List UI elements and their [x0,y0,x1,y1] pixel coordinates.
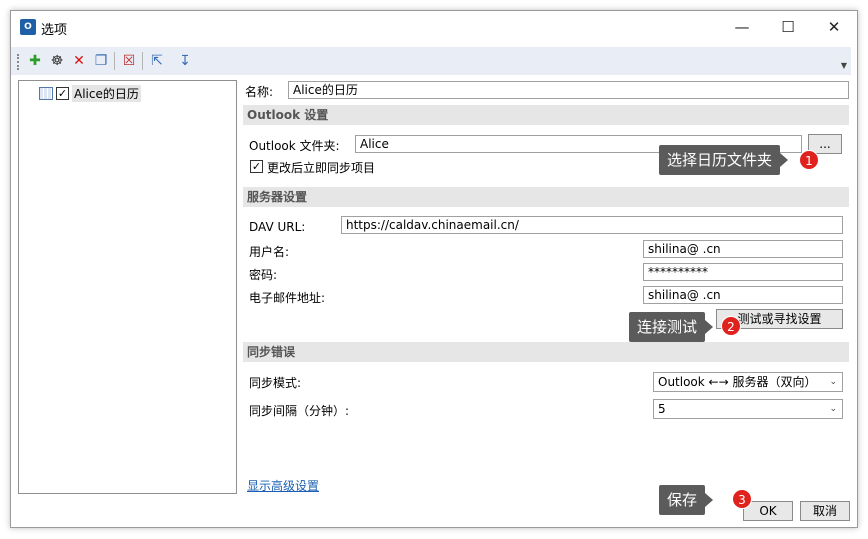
profile-tree: ✓ Alice的日历 [18,80,237,494]
step-badge-2: 2 [721,316,741,336]
tree-item-profile[interactable]: ✓ Alice的日历 [39,84,141,102]
dav-url-input[interactable]: https://caldav.chinaemail.cn/ [341,216,843,234]
email-label: 电子邮件地址: [249,291,326,305]
toolbar-separator [114,52,115,70]
delete-icon[interactable]: ✕ [69,51,89,71]
cancel-button[interactable]: 取消 [800,501,850,521]
callout-connection-test: 连接测试 [629,312,714,342]
callout-pointer [705,493,714,507]
options-dialog: O 选项 — ☐ ✕ ✚ ☸ ✕ ❐ ☒ ⇱ ↧ ▼ ✓ Alice的日历 名称… [10,10,858,528]
tree-item-label: Alice的日历 [72,84,141,102]
outlook-icon: O [20,19,36,35]
step-badge-3: 3 [732,489,752,509]
callout-pointer [780,153,789,167]
toolbar-overflow-icon[interactable]: ▼ [841,61,847,70]
profile-checkbox[interactable]: ✓ [56,86,69,100]
title-bar: O 选项 — ☐ ✕ [11,11,857,43]
sync-mode-select[interactable]: Outlook ←→ 服务器（双向） ⌄ [653,372,843,392]
sync-mode-label: 同步模式: [249,376,302,390]
show-advanced-settings-link[interactable]: 显示高级设置 [247,477,319,494]
minimize-button[interactable]: — [719,11,765,43]
toolbar-separator [142,52,143,70]
name-label: 名称: [245,85,274,99]
sync-immediately-label: 更改后立即同步项目 [267,161,376,175]
export-icon[interactable]: ⇱ [147,51,167,71]
sync-immediately-checkbox[interactable]: ✓ [250,160,263,173]
callout-text: 选择日历文件夹 [667,151,773,169]
server-settings-header: 服务器设置 [243,187,849,207]
step-badge-1: 1 [799,150,819,170]
password-input[interactable]: ********** [643,263,843,281]
sync-interval-value: 5 [658,402,666,416]
window-title: 选项 [41,23,68,38]
sync-interval-select[interactable]: 5 ⌄ [653,399,843,419]
outlook-settings-header: Outlook 设置 [243,105,849,125]
sync-interval-label: 同步间隔（分钟）: [249,404,350,418]
dav-url-label: DAV URL: [249,220,306,234]
calendar-icon [39,86,53,100]
chevron-down-icon: ⌄ [829,377,837,387]
toolbar: ✚ ☸ ✕ ❐ ☒ ⇱ ↧ ▼ [11,47,851,75]
chevron-down-icon: ⌄ [829,404,837,414]
add-multiple-icon[interactable]: ☸ [47,51,67,71]
add-icon[interactable]: ✚ [25,51,45,71]
password-label: 密码: [249,268,278,282]
callout-text: 保存 [667,491,698,509]
name-input[interactable]: Alice的日历 [288,81,849,99]
close-button[interactable]: ✕ [811,11,857,43]
username-label: 用户名: [249,245,290,259]
outlook-folder-label: Outlook 文件夹: [249,139,340,153]
copy-icon[interactable]: ❐ [91,51,111,71]
callout-save: 保存 [659,485,714,515]
import-icon[interactable]: ↧ [175,51,195,71]
maximize-button[interactable]: ☐ [765,11,811,43]
callout-text: 连接测试 [637,318,698,336]
callout-pointer [705,320,714,334]
sync-mode-value: Outlook ←→ 服务器（双向） [658,375,817,389]
email-input[interactable]: shilina@ .cn [643,286,843,304]
clear-cache-icon[interactable]: ☒ [119,51,139,71]
callout-select-folder: 选择日历文件夹 [659,145,789,175]
sync-errors-header: 同步错误 [243,342,849,362]
username-input[interactable]: shilina@ .cn [643,240,843,258]
toolbar-grip[interactable] [17,54,21,70]
